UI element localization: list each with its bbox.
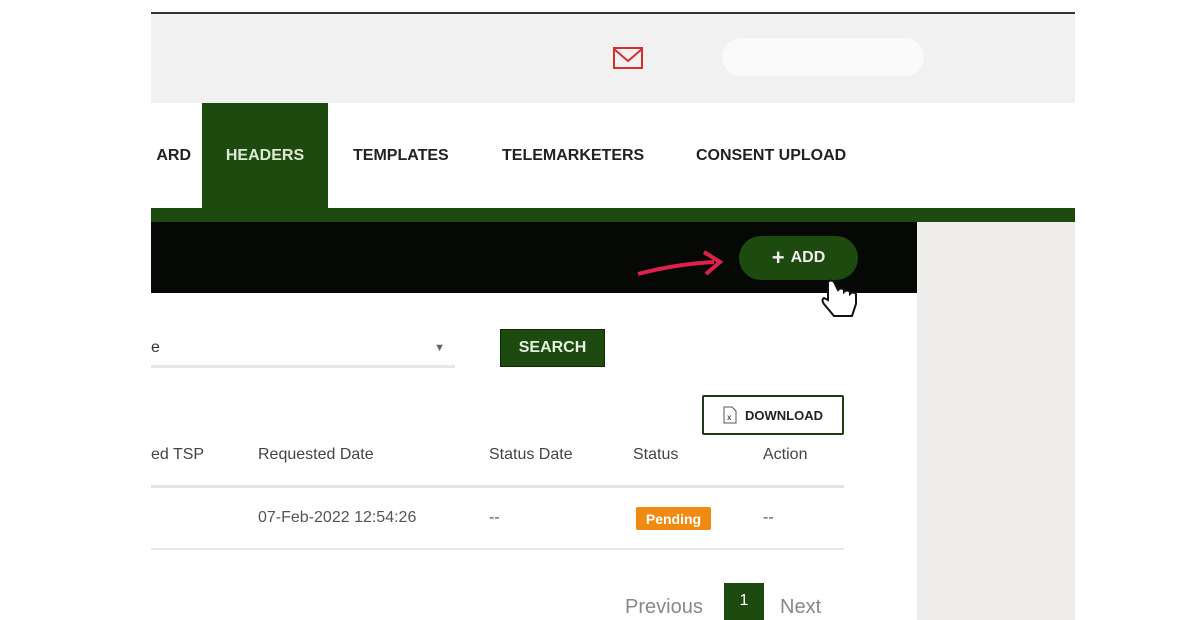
hand-cursor-icon <box>821 279 857 317</box>
side-panel <box>917 222 1075 620</box>
pagination-next[interactable]: Next <box>780 596 821 619</box>
cell-status-date: -- <box>489 509 500 526</box>
user-name-redacted <box>722 38 924 76</box>
mail-icon[interactable] <box>613 47 643 69</box>
add-button[interactable]: + ADD <box>739 236 858 280</box>
arrow-annotation-icon <box>637 250 724 276</box>
download-label: DOWNLOAD <box>745 407 823 423</box>
cell-action: -- <box>763 509 774 526</box>
filter-select[interactable]: e ▼ <box>151 330 455 368</box>
nav-underline <box>151 208 1075 222</box>
pagination-previous[interactable]: Previous <box>625 596 703 619</box>
excel-file-icon: x <box>723 406 737 424</box>
svg-text:x: x <box>727 413 732 422</box>
col-header-status[interactable]: Status <box>633 446 678 464</box>
col-header-requested-date[interactable]: Requested Date <box>258 446 374 464</box>
col-header-status-date[interactable]: Status Date <box>489 446 573 464</box>
add-label: ADD <box>790 249 826 266</box>
select-value: e <box>151 338 160 356</box>
download-button[interactable]: x DOWNLOAD <box>702 395 844 435</box>
col-header-action[interactable]: Action <box>763 446 807 464</box>
status-badge: Pending <box>636 507 711 530</box>
col-header-tsp[interactable]: ed TSP <box>151 446 204 464</box>
plus-icon: + <box>771 245 785 270</box>
tab-telemarketers[interactable]: TELEMARKETERS <box>502 103 644 208</box>
tab-templates[interactable]: TEMPLATES <box>353 103 449 208</box>
search-button[interactable]: SEARCH <box>500 329 605 367</box>
cell-requested-date: 07-Feb-2022 12:54:26 <box>258 509 417 526</box>
pagination-page-1[interactable]: 1 <box>724 583 764 620</box>
chevron-down-icon: ▼ <box>434 341 445 354</box>
header-divider <box>151 485 844 488</box>
tab-headers[interactable]: HEADERS <box>202 103 328 208</box>
tab-consent-upload[interactable]: CONSENT UPLOAD <box>696 103 846 208</box>
tab-dashboard[interactable]: ARD <box>151 103 191 208</box>
row-divider <box>151 548 844 550</box>
